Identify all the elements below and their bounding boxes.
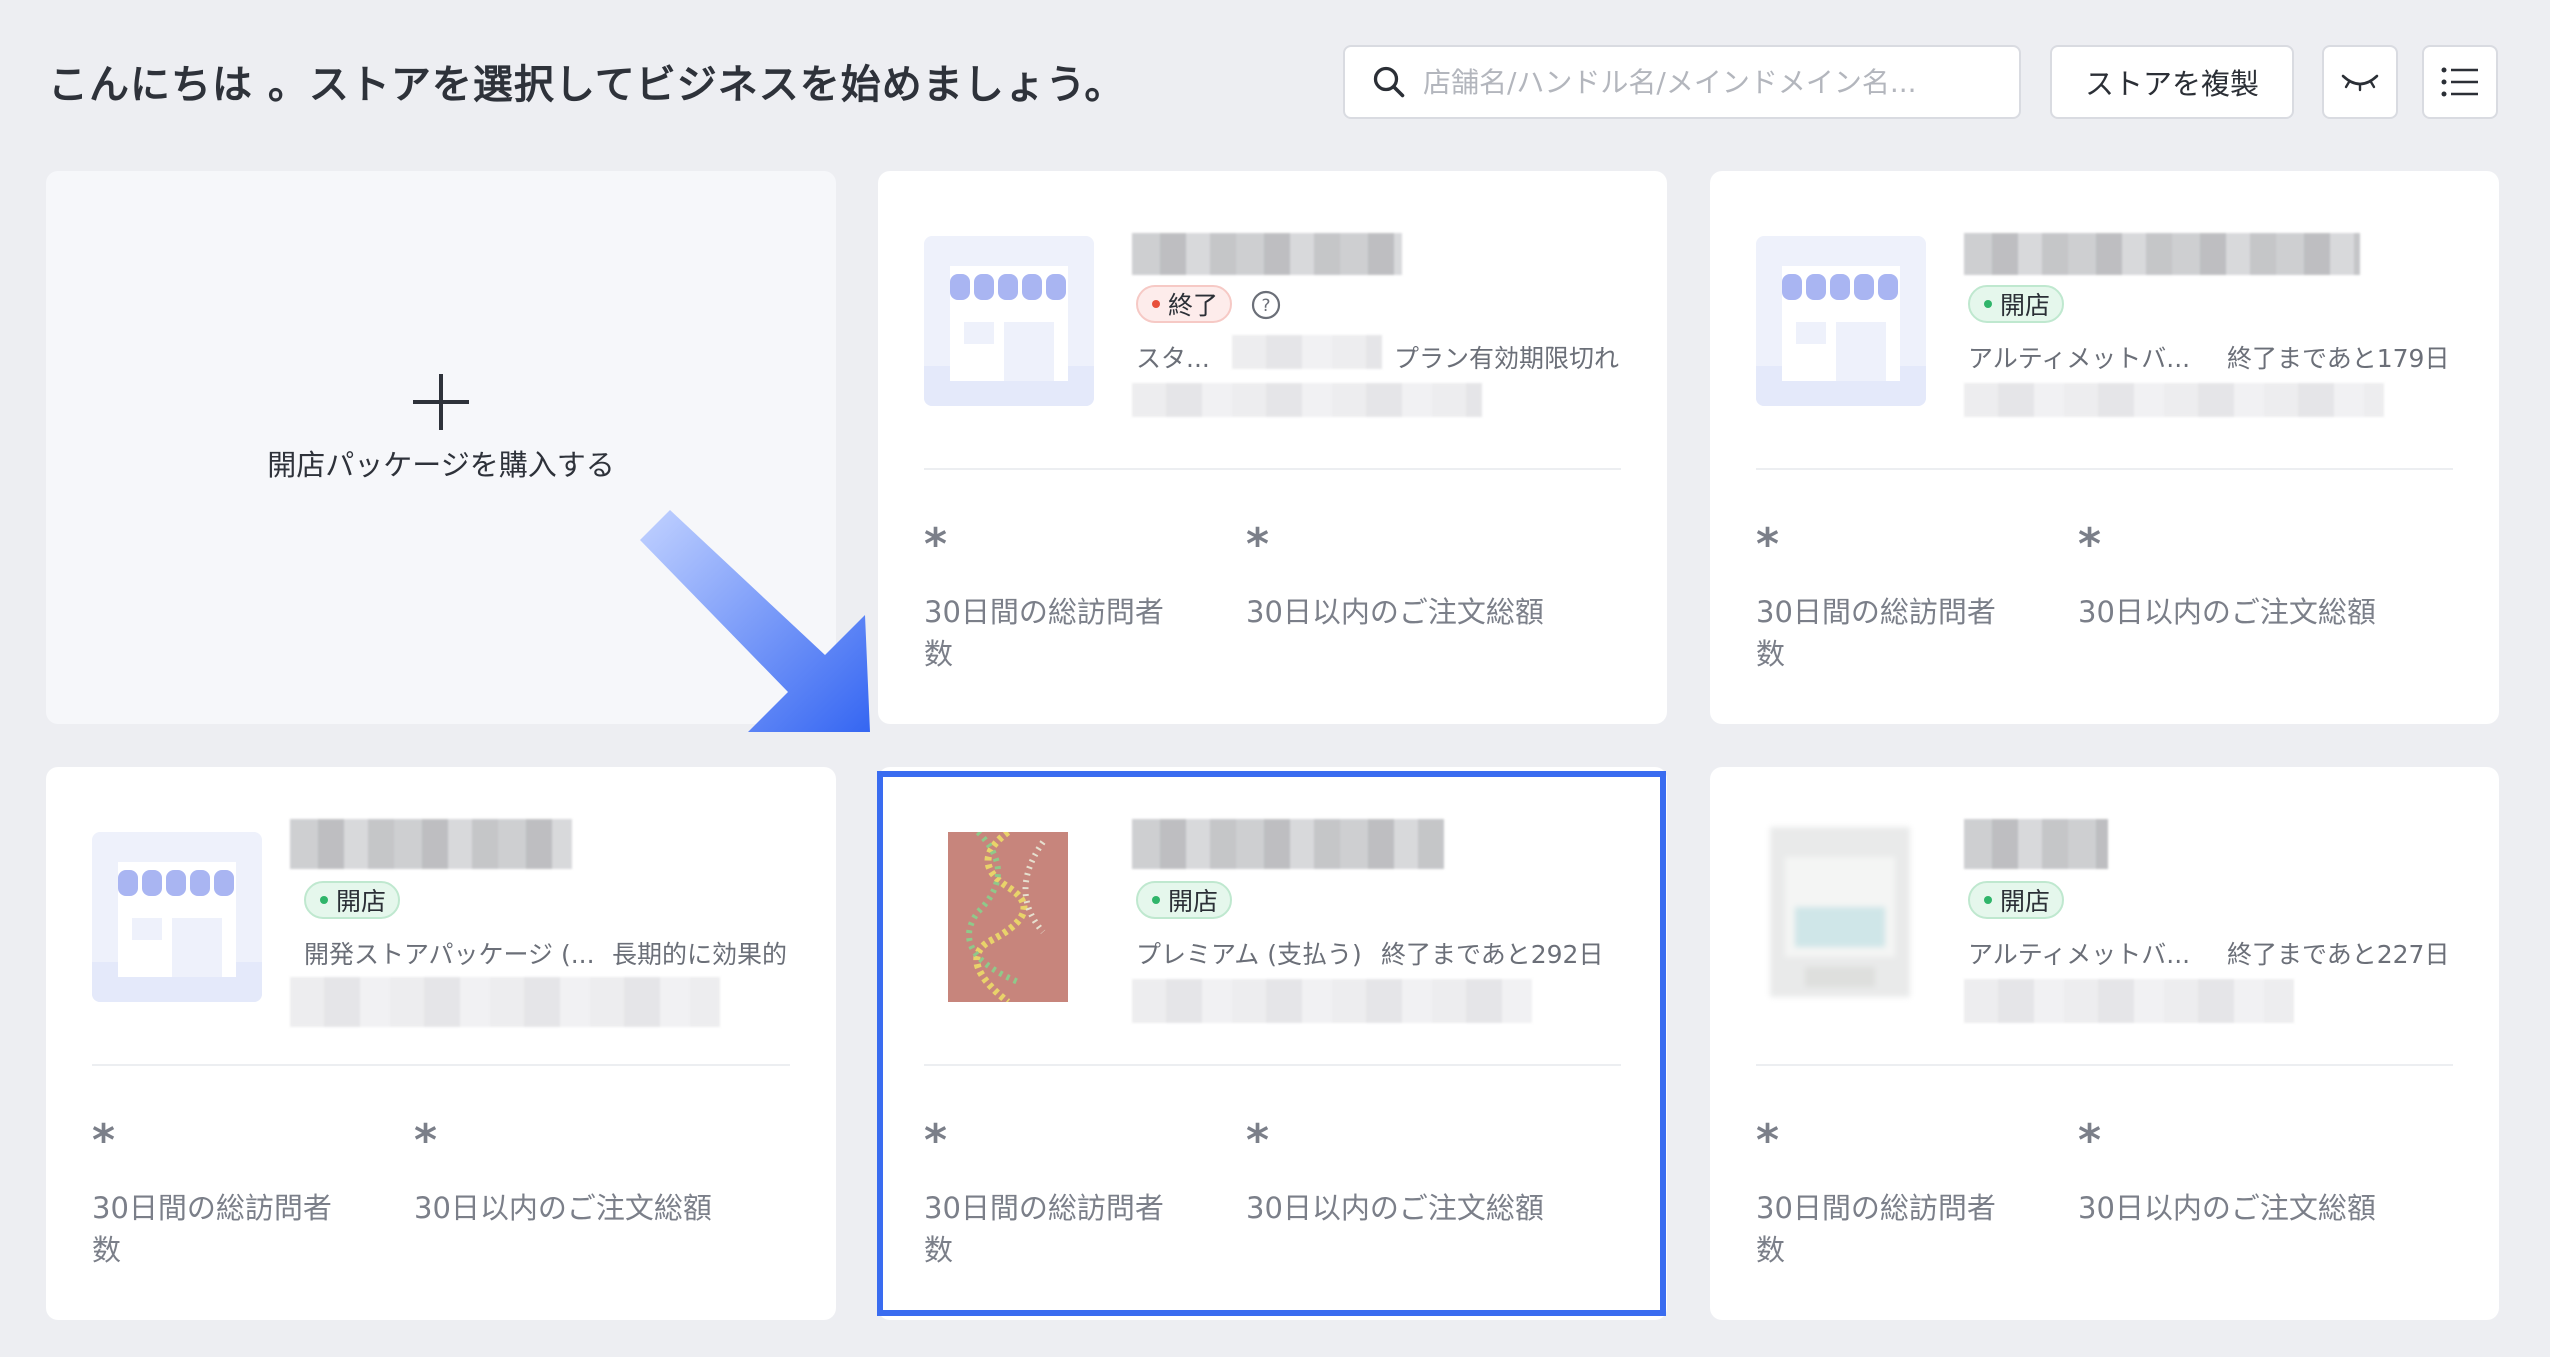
page-greeting: こんにちは 。ストアを選択してビジネスを始めましょう。 (48, 62, 1126, 108)
store-card[interactable]: 開店 アルティメットバ... 終了まであと179日 * * 30日間の総訪問者数… (1710, 171, 2499, 724)
status-badge: 開店 (304, 881, 401, 919)
store-name-redacted (290, 819, 572, 869)
plan-name: プレミアム (支払う) (1136, 940, 1362, 969)
visitors-value: * (924, 1115, 948, 1166)
orders-value: * (2078, 519, 2102, 570)
pointer-arrow-icon (640, 510, 870, 732)
plan-expiry: プラン有効期限切れ (1394, 344, 1620, 373)
list-icon (2441, 67, 2478, 97)
domain-redacted (1964, 383, 2384, 417)
plan-expiry: 終了まであと227日 (2227, 940, 2450, 969)
orders-value: * (1246, 519, 1270, 570)
domain-redacted (290, 977, 720, 1027)
plan-name: スタ... (1136, 344, 1210, 373)
plus-icon (413, 373, 469, 430)
status-dot (1152, 896, 1160, 904)
status-badge: 終了 (1136, 285, 1233, 323)
plan-expiry: 長期的に効果的 (612, 940, 788, 969)
store-card[interactable]: 開店 開発ストアパッケージ (... 長期的に効果的 * * 30日間の総訪問者… (46, 767, 836, 1320)
card-divider (1756, 468, 2453, 470)
shop-icon (924, 266, 1094, 406)
plan-expiry: 終了まであと292日 (1381, 940, 1604, 969)
status-badge: 開店 (1136, 881, 1233, 919)
store-logo-placeholder (924, 236, 1094, 406)
domain-redacted (1964, 979, 2294, 1023)
plan-name: アルティメットバ... (1968, 940, 2191, 969)
store-name-redacted (1132, 819, 1444, 869)
domain-redacted (1132, 979, 1532, 1023)
search-input[interactable] (1421, 64, 2019, 100)
orders-label: 30日以内のご注文総額 (1246, 1191, 1544, 1225)
orders-value: * (2078, 1115, 2102, 1166)
store-card[interactable]: 終了 ? スタ... プラン有効期限切れ * * 30日間の総訪問者数 30日以… (878, 171, 1667, 724)
orders-value: * (414, 1115, 438, 1166)
visitors-value: * (92, 1115, 116, 1166)
card-divider (92, 1064, 790, 1066)
shop-icon (1756, 266, 1926, 406)
store-name-redacted (1132, 233, 1402, 275)
store-logo-placeholder (1756, 236, 1926, 406)
shop-icon (92, 862, 262, 1002)
card-divider (924, 1064, 1621, 1066)
status-dot (320, 896, 328, 904)
visitors-value: * (924, 519, 948, 570)
plan-name: アルティメットバ... (1968, 344, 2191, 373)
list-view-button[interactable] (2422, 45, 2498, 119)
plan-redacted (1232, 335, 1382, 369)
orders-label: 30日以内のご注文総額 (414, 1191, 712, 1225)
card-divider (924, 468, 1621, 470)
store-name-redacted (1964, 819, 2108, 869)
orders-value: * (1246, 1115, 1270, 1166)
help-icon[interactable]: ? (1250, 289, 1282, 321)
store-name-redacted (1964, 233, 2360, 275)
eye-closed-icon (2341, 74, 2379, 92)
store-search[interactable] (1343, 45, 2021, 119)
toggle-visibility-button[interactable] (2322, 45, 2398, 119)
status-badge: 開店 (1968, 285, 2065, 323)
visitors-label: 30日間の総訪問者数 (924, 1191, 1164, 1267)
visitors-label: 30日間の総訪問者数 (1756, 595, 1996, 671)
orders-label: 30日以内のご注文総額 (2078, 595, 2376, 629)
status-badge: 開店 (1968, 881, 2065, 919)
status-dot (1984, 896, 1992, 904)
orders-label: 30日以内のご注文総額 (1246, 595, 1544, 629)
visitors-value: * (1756, 519, 1780, 570)
store-card[interactable]: 開店 アルティメットバ... 終了まであと227日 * * 30日間の総訪問者数… (1710, 767, 2499, 1320)
visitors-label: 30日間の総訪問者数 (92, 1191, 332, 1267)
store-logo-placeholder (92, 832, 262, 1002)
svg-text:?: ? (1261, 296, 1270, 316)
visitors-value: * (1756, 1115, 1780, 1166)
store-card-selected[interactable]: 開店 プレミアム (支払う) 終了まであと292日 * * 30日間の総訪問者数… (878, 767, 1667, 1320)
domain-redacted (1132, 383, 1482, 417)
orders-label: 30日以内のご注文総額 (2078, 1191, 2376, 1225)
search-icon (1373, 66, 1405, 98)
store-logo-photo (948, 832, 1068, 1002)
status-dot (1984, 300, 1992, 308)
visitors-label: 30日間の総訪問者数 (1756, 1191, 1996, 1267)
status-dot (1152, 300, 1160, 308)
visitors-label: 30日間の総訪問者数 (924, 595, 1164, 671)
store-logo-blurred (1750, 817, 1930, 1007)
plan-name: 開発ストアパッケージ (... (304, 940, 595, 969)
card-divider (1756, 1064, 2453, 1066)
buy-store-package-label: 開店パッケージを購入する (267, 447, 615, 482)
duplicate-store-button[interactable]: ストアを複製 (2050, 45, 2294, 119)
plan-expiry: 終了まであと179日 (2227, 344, 2450, 373)
